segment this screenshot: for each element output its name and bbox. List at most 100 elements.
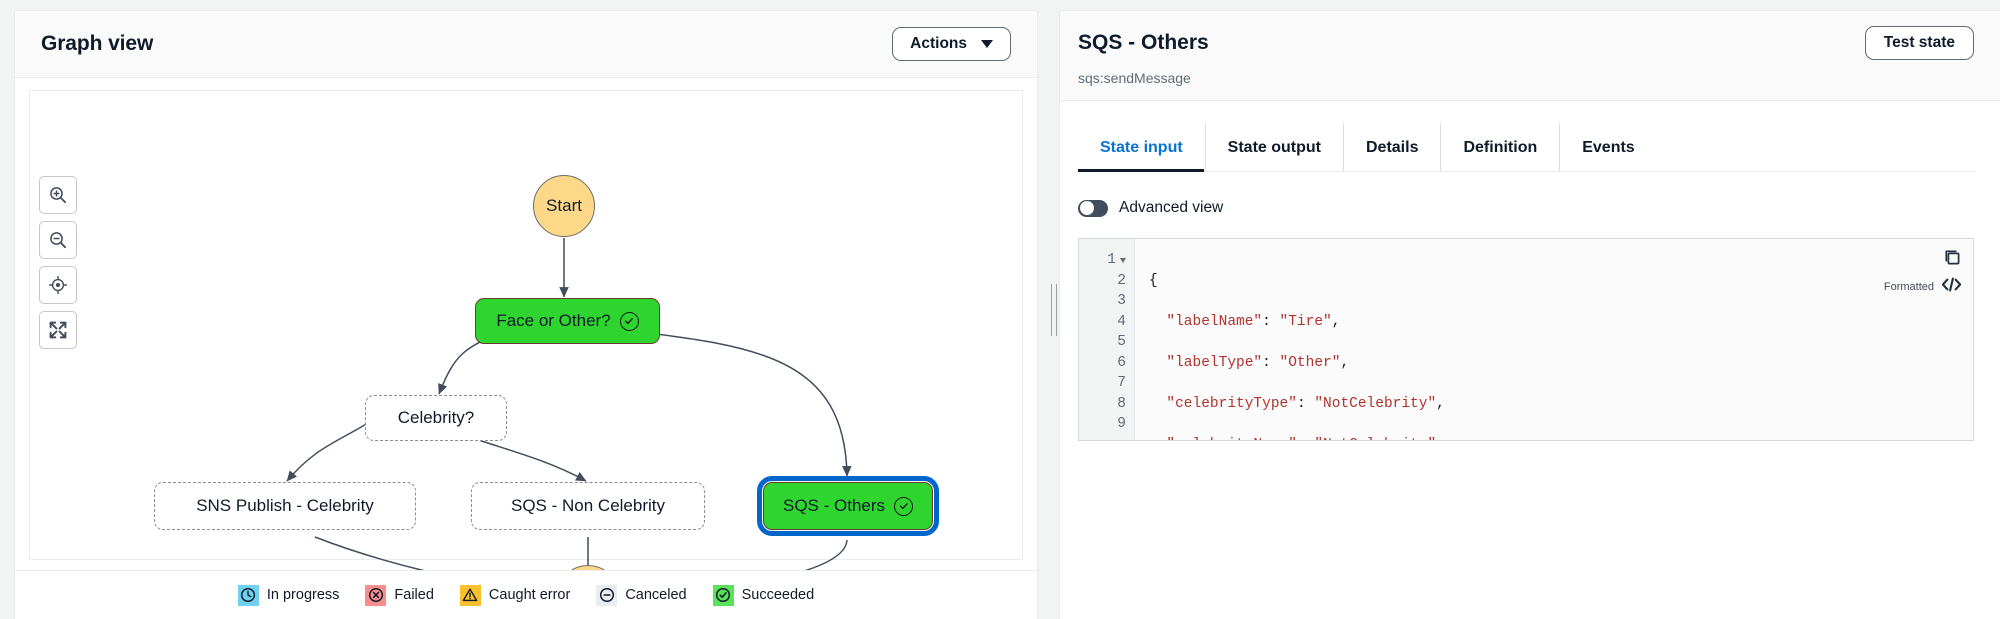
zoom-in-button[interactable] <box>39 176 77 214</box>
graph-canvas-area[interactable]: Start Face or Other? Celebrity? SNS Publ… <box>15 78 1037 570</box>
state-details-tabs: State input State output Details Definit… <box>1078 123 1974 172</box>
code-value: "NotCelebrity" <box>1314 395 1437 412</box>
graph-node-start[interactable]: Start <box>533 175 595 237</box>
check-circle-icon <box>894 496 914 516</box>
line-number: 5 <box>1079 332 1134 353</box>
test-state-button[interactable]: Test state <box>1864 26 1974 60</box>
line-number[interactable]: 1 <box>1079 250 1134 271</box>
state-machine-graph: Start Face or Other? Celebrity? SNS Publ… <box>15 78 1037 570</box>
page-title: Graph view <box>41 32 154 55</box>
code-viewer-tools: Formatted <box>1884 248 1962 298</box>
clock-icon <box>237 584 259 606</box>
code-content[interactable]: { "labelName": "Tire", "labelType": "Oth… <box>1135 239 1973 441</box>
graph-status-legend: In progress Failed Caught error Canceled… <box>15 570 1037 619</box>
line-number-value: 6 <box>1117 354 1126 371</box>
graph-node-label: Face or Other? <box>496 311 611 330</box>
tab-events[interactable]: Events <box>1560 123 1656 171</box>
graph-node-label: SQS - Non Celebrity <box>511 496 665 515</box>
graph-node-face-or-other[interactable]: Face or Other? <box>475 298 660 344</box>
graph-zoom-controls <box>39 176 77 349</box>
line-number: 2 <box>1079 271 1134 292</box>
graph-node-sqs-non-celebrity[interactable]: SQS - Non Celebrity <box>471 482 705 530</box>
code-line: "labelName": "Tire", <box>1166 313 1341 330</box>
code-line-numbers: 1 2 3 4 5 6 7 8 9 <box>1079 239 1135 440</box>
actions-button-label: Actions <box>910 35 967 52</box>
advanced-view-label: Advanced view <box>1119 199 1224 216</box>
fullscreen-icon <box>49 321 67 339</box>
graph-node-label: SNS Publish - Celebrity <box>196 496 374 515</box>
tab-definition[interactable]: Definition <box>1441 123 1561 171</box>
legend-item-succeeded: Succeeded <box>712 584 815 606</box>
state-details-header: SQS - Others Test state sqs:sendMessage <box>1060 11 2000 101</box>
code-key: "celebrityName" <box>1166 437 1297 441</box>
code-key: "labelType" <box>1166 354 1263 371</box>
line-number-value: 1 <box>1107 252 1116 268</box>
code-key: "labelName" <box>1166 313 1263 330</box>
tab-details[interactable]: Details <box>1344 123 1442 171</box>
code-value: "Tire" <box>1279 313 1332 330</box>
actions-button[interactable]: Actions <box>892 27 1011 61</box>
state-resource-label: sqs:sendMessage <box>1078 70 1191 86</box>
fold-toggle-icon[interactable] <box>1120 257 1126 263</box>
state-input-code-viewer[interactable]: 1 2 3 4 5 6 7 8 9 { "labelName": "Tire",… <box>1078 238 1974 441</box>
legend-label: Canceled <box>625 587 687 603</box>
line-number-value: 7 <box>1117 375 1126 391</box>
line-number: 6 <box>1079 353 1134 374</box>
toggle-knob <box>1079 201 1094 215</box>
state-details-body: State input State output Details Definit… <box>1060 101 2000 619</box>
graph-node-label: Celebrity? <box>397 408 475 427</box>
zoom-out-button[interactable] <box>39 221 77 259</box>
x-circle-icon <box>365 584 387 606</box>
code-format-icon[interactable] <box>1941 276 1962 298</box>
advanced-view-row: Advanced view <box>1078 199 1974 217</box>
advanced-view-toggle[interactable] <box>1078 199 1108 217</box>
zoom-in-icon <box>50 187 67 204</box>
legend-label: In progress <box>266 587 340 603</box>
copy-icon[interactable] <box>1943 248 1962 272</box>
line-number: 4 <box>1079 312 1134 333</box>
graph-node-label: Start <box>546 196 582 215</box>
graph-node-celebrity[interactable]: Celebrity? <box>365 395 507 441</box>
line-number: 8 <box>1079 394 1134 415</box>
code-brace: { <box>1149 272 1158 289</box>
line-number: 9 <box>1079 414 1134 435</box>
code-line: "celebrityName": "NotCelebrity", <box>1149 435 1973 441</box>
graph-view-panel: Graph view Actions Start Face or Other? … <box>14 10 1038 619</box>
line-number-value: 3 <box>1117 293 1126 309</box>
code-line: { <box>1149 271 1973 292</box>
line-number-value: 9 <box>1117 416 1126 432</box>
tab-state-output[interactable]: State output <box>1206 123 1344 171</box>
code-line: "labelType": "Other", <box>1166 354 1350 371</box>
legend-item-in-progress: In progress <box>237 584 340 606</box>
line-number: 7 <box>1079 373 1134 394</box>
step-functions-execution-view: Graph view Actions Start Face or Other? … <box>0 0 2000 619</box>
legend-item-caught-error: Caught error <box>459 584 571 606</box>
tab-state-input[interactable]: State input <box>1078 123 1206 172</box>
warning-triangle-icon <box>459 584 481 606</box>
drag-handle-icon <box>1051 283 1057 336</box>
graph-node-sqs-others[interactable]: SQS - Others <box>757 476 939 536</box>
code-line: "celebrityType": "NotCelebrity", <box>1166 395 1445 412</box>
code-value: "Other" <box>1279 354 1341 371</box>
formatted-label: Formatted <box>1883 281 1934 293</box>
legend-label: Failed <box>394 587 434 603</box>
legend-item-canceled: Canceled <box>596 584 687 606</box>
line-number-value: 4 <box>1117 313 1126 330</box>
code-value: "NotCelebrity" <box>1314 437 1436 441</box>
zoom-out-icon <box>50 232 67 249</box>
legend-item-failed: Failed <box>365 584 434 606</box>
check-circle-icon <box>712 584 734 606</box>
chevron-down-icon <box>981 40 993 48</box>
fullscreen-button[interactable] <box>39 311 77 349</box>
line-number-value: 2 <box>1117 272 1126 289</box>
legend-label: Caught error <box>488 587 571 603</box>
line-number-value: 8 <box>1117 395 1126 412</box>
code-key: "celebrityType" <box>1166 395 1297 412</box>
state-details-panel: SQS - Others Test state sqs:sendMessage … <box>1059 10 2000 619</box>
legend-label: Succeeded <box>741 587 815 603</box>
graph-node-sns-publish-celebrity[interactable]: SNS Publish - Celebrity <box>154 482 416 530</box>
graph-view-header: Graph view Actions <box>15 11 1037 78</box>
line-number-value: 5 <box>1117 334 1126 350</box>
check-circle-icon <box>619 311 639 331</box>
center-focus-button[interactable] <box>39 266 77 304</box>
